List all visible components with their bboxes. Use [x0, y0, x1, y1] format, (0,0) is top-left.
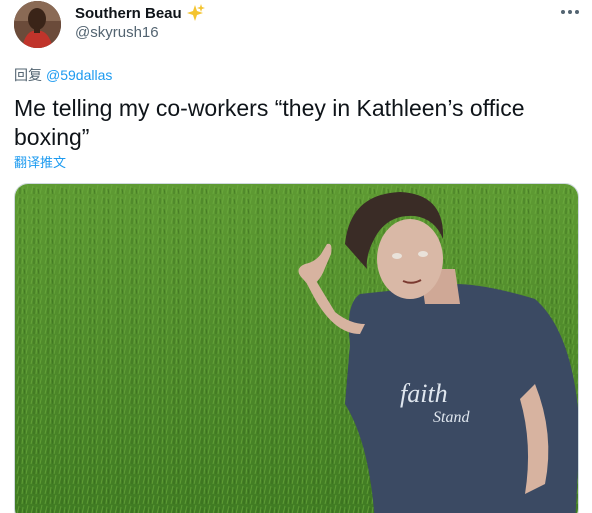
reply-prefix: 回复	[14, 67, 42, 83]
avatar-image	[14, 1, 61, 48]
translate-tweet-link[interactable]: 翻译推文	[14, 152, 66, 171]
author-handle[interactable]: @skyrush16	[75, 24, 159, 41]
sparkles-icon	[186, 3, 206, 23]
shirt-text-faith: faith	[400, 379, 448, 408]
reply-context: 回复 @59dallas	[14, 65, 112, 85]
author-name-row[interactable]: Southern Beau	[75, 3, 206, 23]
tweet-card: Southern Beau @skyrush16 回复 @59dallas Me …	[0, 0, 592, 513]
tweet-text: Me telling my co-workers “they in Kathle…	[14, 95, 525, 150]
tweet-media-photo[interactable]: faith Stand	[14, 183, 579, 513]
author-display-name[interactable]: Southern Beau	[75, 5, 182, 22]
avatar[interactable]	[14, 1, 61, 48]
shirt-text-stand: Stand	[433, 409, 470, 426]
more-icon	[561, 10, 579, 14]
photo-image: faith Stand	[15, 184, 578, 513]
reply-mention-link[interactable]: @59dallas	[46, 67, 112, 83]
more-options-button[interactable]	[558, 2, 582, 22]
